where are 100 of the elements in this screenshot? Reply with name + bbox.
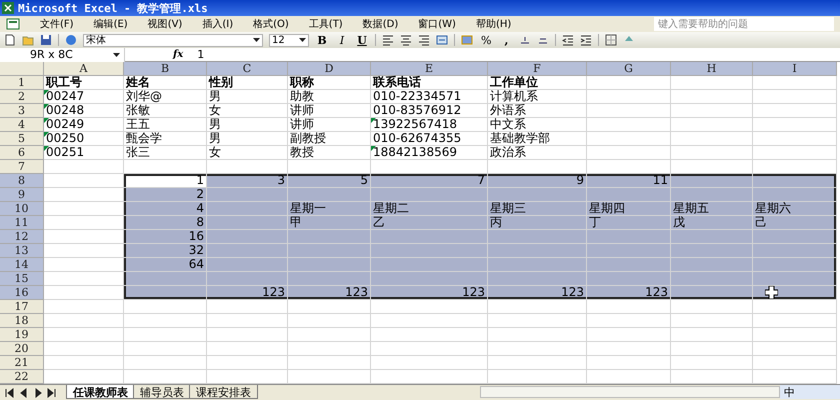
spreadsheet-cell[interactable]	[753, 174, 837, 188]
spreadsheet-cell[interactable]	[753, 118, 837, 132]
italic-button[interactable]: I	[335, 33, 349, 47]
row-header[interactable]: 15	[0, 272, 44, 286]
spreadsheet-cell[interactable]: 8	[124, 216, 207, 230]
menu-item[interactable]: 视图(V)	[148, 17, 182, 31]
spreadsheet-cell[interactable]: 3	[207, 174, 288, 188]
spreadsheet-cell[interactable]	[753, 342, 837, 356]
spreadsheet-cell[interactable]	[587, 132, 671, 146]
spreadsheet-cell[interactable]: 00251	[44, 146, 124, 160]
spreadsheet-cell[interactable]: 123	[288, 286, 371, 300]
spreadsheet-cell[interactable]	[288, 230, 371, 244]
spreadsheet-cell[interactable]	[207, 300, 288, 314]
spreadsheet-cell[interactable]	[671, 286, 753, 300]
spreadsheet-cell[interactable]	[44, 160, 124, 174]
spreadsheet-cell[interactable]	[44, 174, 124, 188]
spreadsheet-cell[interactable]	[488, 300, 587, 314]
spreadsheet-cell[interactable]	[488, 258, 587, 272]
spreadsheet-cell[interactable]	[671, 230, 753, 244]
spreadsheet-cell[interactable]: 5	[288, 174, 371, 188]
spreadsheet-cell[interactable]: 联系电话	[371, 76, 488, 90]
spreadsheet-cell[interactable]	[207, 244, 288, 258]
increase-indent-icon[interactable]	[580, 34, 592, 46]
spreadsheet-cell[interactable]: 戊	[671, 216, 753, 230]
spreadsheet-cell[interactable]	[671, 356, 753, 370]
row-header[interactable]: 10	[0, 202, 44, 216]
spreadsheet-cell[interactable]	[488, 188, 587, 202]
spreadsheet-cell[interactable]	[671, 370, 753, 384]
spreadsheet-cell[interactable]: 男	[207, 90, 288, 104]
spreadsheet-cell[interactable]	[124, 160, 207, 174]
spreadsheet-cell[interactable]	[207, 356, 288, 370]
menu-item[interactable]: 工具(T)	[308, 17, 343, 31]
spreadsheet-cell[interactable]	[753, 104, 837, 118]
column-header[interactable]: G	[587, 62, 671, 76]
spreadsheet-cell[interactable]	[124, 314, 207, 328]
spreadsheet-cell[interactable]	[587, 76, 671, 90]
input-method-bar[interactable]: 中	[780, 385, 840, 399]
spreadsheet-cell[interactable]	[587, 188, 671, 202]
row-header[interactable]: 11	[0, 216, 44, 230]
spreadsheet-cell[interactable]	[44, 328, 124, 342]
spreadsheet-cell[interactable]: 基础教学部	[488, 132, 587, 146]
spreadsheet-cell[interactable]	[44, 188, 124, 202]
spreadsheet-cell[interactable]	[207, 272, 288, 286]
row-header[interactable]: 4	[0, 118, 44, 132]
row-header[interactable]: 2	[0, 90, 44, 104]
spreadsheet-cell[interactable]	[124, 342, 207, 356]
insert-function-button[interactable]: fx	[173, 49, 184, 60]
spreadsheet-cell[interactable]	[124, 272, 207, 286]
spreadsheet-cell[interactable]	[44, 258, 124, 272]
column-header[interactable]: F	[488, 62, 587, 76]
spreadsheet-cell[interactable]: 工作单位	[488, 76, 587, 90]
spreadsheet-cell[interactable]: 9	[488, 174, 587, 188]
spreadsheet-cell[interactable]: 男	[207, 118, 288, 132]
row-header[interactable]: 17	[0, 300, 44, 314]
row-header[interactable]: 19	[0, 328, 44, 342]
spreadsheet-cell[interactable]: 00250	[44, 132, 124, 146]
spreadsheet-cell[interactable]: 甲	[288, 216, 371, 230]
spreadsheet-cell[interactable]	[207, 342, 288, 356]
spreadsheet-cell[interactable]: 乙	[371, 216, 488, 230]
row-header[interactable]: 3	[0, 104, 44, 118]
spreadsheet-cell[interactable]	[488, 328, 587, 342]
spreadsheet-cell[interactable]	[44, 244, 124, 258]
spreadsheet-cell[interactable]: 010-62674355	[371, 132, 488, 146]
spreadsheet-cell[interactable]: 刘华@	[124, 90, 207, 104]
spreadsheet-cell[interactable]	[587, 356, 671, 370]
align-right-icon[interactable]	[418, 34, 430, 46]
spreadsheet-cell[interactable]	[753, 272, 837, 286]
spreadsheet-cell[interactable]	[587, 300, 671, 314]
spreadsheet-cell[interactable]	[671, 160, 753, 174]
spreadsheet-cell[interactable]	[288, 328, 371, 342]
spreadsheet-cell[interactable]: 010-83576912	[371, 104, 488, 118]
spreadsheet-cell[interactable]	[671, 146, 753, 160]
spreadsheet-cell[interactable]	[587, 230, 671, 244]
column-header[interactable]: A	[44, 62, 124, 76]
spreadsheet-cell[interactable]: 计算机系	[488, 90, 587, 104]
spreadsheet-cell[interactable]	[371, 272, 488, 286]
spreadsheet-cell[interactable]	[124, 300, 207, 314]
spreadsheet-cell[interactable]	[288, 244, 371, 258]
spreadsheet-cell[interactable]: 丁	[587, 216, 671, 230]
row-header[interactable]: 20	[0, 342, 44, 356]
spreadsheet-cell[interactable]	[44, 230, 124, 244]
spreadsheet-cell[interactable]	[44, 272, 124, 286]
spreadsheet-cell[interactable]: 星期五	[671, 202, 753, 216]
spreadsheet-cell[interactable]: 星期二	[371, 202, 488, 216]
menu-item[interactable]: 帮助(H)	[476, 17, 512, 31]
sheet-tab[interactable]: 任课教师表	[66, 385, 135, 399]
spreadsheet-cell[interactable]	[671, 132, 753, 146]
spreadsheet-cell[interactable]	[207, 258, 288, 272]
column-header[interactable]: B	[124, 62, 207, 76]
spreadsheet-cell[interactable]	[44, 216, 124, 230]
spreadsheet-cell[interactable]	[488, 314, 587, 328]
spreadsheet-cell[interactable]: 政治系	[488, 146, 587, 160]
spreadsheet-cell[interactable]	[288, 370, 371, 384]
merge-cells-icon[interactable]	[436, 34, 448, 46]
spreadsheet-cell[interactable]: 123	[488, 286, 587, 300]
spreadsheet-cell[interactable]	[371, 188, 488, 202]
spreadsheet-cell[interactable]	[124, 356, 207, 370]
row-header[interactable]: 1	[0, 76, 44, 90]
spreadsheet-cell[interactable]	[587, 314, 671, 328]
spreadsheet-cell[interactable]: 男	[207, 132, 288, 146]
